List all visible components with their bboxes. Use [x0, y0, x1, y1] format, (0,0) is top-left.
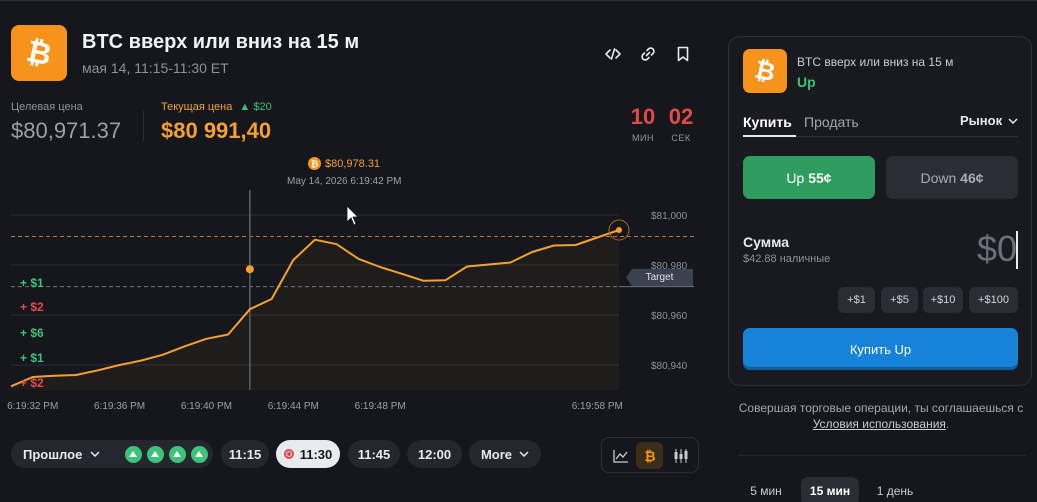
order-type-dropdown[interactable]: Рынок	[960, 113, 1018, 128]
timeframe-15m[interactable]: 15 мин	[801, 477, 859, 502]
divider	[738, 455, 1026, 456]
timeframe-5m[interactable]: 5 мин	[740, 477, 792, 502]
order-type-label: Рынок	[960, 113, 1003, 128]
up-result-icon	[168, 445, 186, 463]
countdown-seconds-label: СЕК	[671, 133, 691, 143]
countdown-seconds: 02	[668, 104, 694, 129]
trade-marker: + $2	[20, 376, 44, 390]
tab-sell[interactable]: Продать	[804, 114, 859, 130]
down-outcome-button[interactable]: Down 46¢	[886, 156, 1018, 199]
trade-marker: + $1	[20, 276, 44, 290]
bitcoin-icon: ₿	[743, 49, 787, 93]
bitcoin-icon: ₿	[308, 157, 321, 170]
panel-market-title: BTC вверх или вниз на 15 м	[797, 55, 954, 69]
mouse-cursor	[346, 205, 359, 226]
live-icon	[283, 449, 294, 459]
down-label: Down	[920, 169, 957, 186]
up-result-icon	[146, 445, 164, 463]
target-tag: Target	[626, 269, 693, 286]
bitcoin-view-icon[interactable]: ₿	[636, 442, 663, 469]
quick-add-100[interactable]: +$100	[969, 287, 1018, 313]
code-icon[interactable]	[602, 43, 624, 65]
hover-price-badge: ₿ $80,978.31	[308, 157, 380, 170]
x-tick-label: 6:19:58 PM	[572, 401, 623, 412]
bitcoin-icon: ₿	[11, 25, 67, 81]
tab-active-indicator	[743, 135, 796, 137]
countdown-minutes-label: МИН	[632, 133, 654, 143]
more-label: More	[480, 446, 513, 462]
price-delta-value: $20	[253, 101, 272, 113]
chevron-down-icon	[90, 451, 100, 457]
up-result-icon	[190, 445, 208, 463]
buy-button[interactable]: Купить Up	[743, 328, 1018, 370]
countdown-minutes: 10	[630, 104, 656, 129]
y-tick-label: $81,000	[651, 211, 688, 222]
y-tick-label: $80,960	[651, 311, 688, 322]
quick-add-1[interactable]: +$1	[838, 287, 875, 313]
x-tick-label: 6:19:32 PM	[7, 401, 58, 412]
panel-outcome: Up	[797, 74, 816, 90]
y-tick-label: $80,940	[651, 361, 688, 372]
chevron-down-icon	[1008, 117, 1018, 124]
text-caret	[1016, 231, 1018, 269]
trade-marker: + $1	[20, 351, 44, 365]
divider	[143, 111, 144, 141]
past-label: Прошлое	[23, 446, 83, 462]
time-pill-1115[interactable]: 11:15	[221, 440, 269, 468]
up-price: 55¢	[808, 169, 832, 186]
link-icon[interactable]	[637, 43, 659, 65]
past-results	[122, 445, 210, 463]
trade-marker: + $6	[20, 326, 44, 340]
up-result-icon	[124, 445, 142, 463]
target-price: $80,971.37	[11, 118, 122, 143]
svg-text:₿: ₿	[644, 448, 655, 464]
down-price: 46¢	[960, 169, 984, 186]
chevron-down-icon	[519, 451, 529, 457]
top-divider	[0, 0, 1037, 1]
past-dropdown[interactable]: Прошлое	[11, 440, 213, 468]
disclaimer-text: Совершая торговые операции, ты соглашаеш…	[738, 401, 1024, 415]
current-price-label: Текущая цена ▲ $20	[161, 101, 272, 113]
target-price-label: Целевая цена	[11, 101, 83, 113]
quick-add-5[interactable]: +$5	[881, 287, 918, 313]
x-tick-label: 6:19:48 PM	[355, 401, 406, 412]
hover-price: $80,978.31	[325, 157, 381, 170]
svg-text:₿: ₿	[24, 36, 55, 70]
timeframe-1d[interactable]: 1 день	[867, 477, 923, 502]
bookmark-icon[interactable]	[672, 43, 694, 65]
amount-input[interactable]	[955, 226, 1017, 272]
price-chart[interactable]: $81,000$80,980$80,960$80,9406:19:32 PM 6:…	[0, 150, 700, 420]
x-tick-label: 6:19:44 PM	[268, 401, 319, 412]
current-point	[616, 227, 622, 233]
terms-link[interactable]: Условия использования	[813, 417, 946, 431]
time-pill-1200[interactable]: 12:00	[407, 440, 462, 468]
time-pill-1130-label: 11:30	[299, 446, 333, 462]
candlestick-icon[interactable]	[667, 442, 694, 469]
price-delta: ▲ $20	[239, 101, 271, 113]
up-label: Up	[786, 169, 805, 186]
line-chart-icon[interactable]	[607, 442, 634, 469]
more-dropdown[interactable]: More	[469, 440, 541, 468]
current-price: $80 991,40	[161, 118, 272, 143]
time-pill-1130[interactable]: 11:30	[276, 440, 340, 468]
market-time-range: мая 14, 11:15-11:30 ET	[82, 60, 229, 76]
disclaimer: Совершая торговые операции, ты соглашаеш…	[738, 401, 1024, 431]
hover-point	[245, 265, 254, 274]
market-title: BTC вверх или вниз на 15 м	[82, 31, 360, 53]
up-outcome-button[interactable]: Up 55¢	[743, 156, 875, 199]
x-tick-label: 6:19:36 PM	[94, 401, 145, 412]
tab-buy[interactable]: Купить	[743, 114, 792, 130]
svg-text:₿: ₿	[752, 57, 777, 85]
current-price-label-text: Текущая цена	[161, 101, 233, 113]
quick-add-10[interactable]: +$10	[923, 287, 963, 313]
time-pill-1145[interactable]: 11:45	[348, 440, 400, 468]
x-tick-label: 6:19:40 PM	[181, 401, 232, 412]
cash-balance: $42.88 наличные	[743, 253, 831, 265]
amount-label: Сумма	[743, 234, 790, 250]
trade-marker: + $2	[20, 300, 44, 314]
triangle-up-icon: ▲	[239, 101, 251, 113]
hover-date: May 14, 2026 6:19:42 PM	[287, 176, 402, 187]
